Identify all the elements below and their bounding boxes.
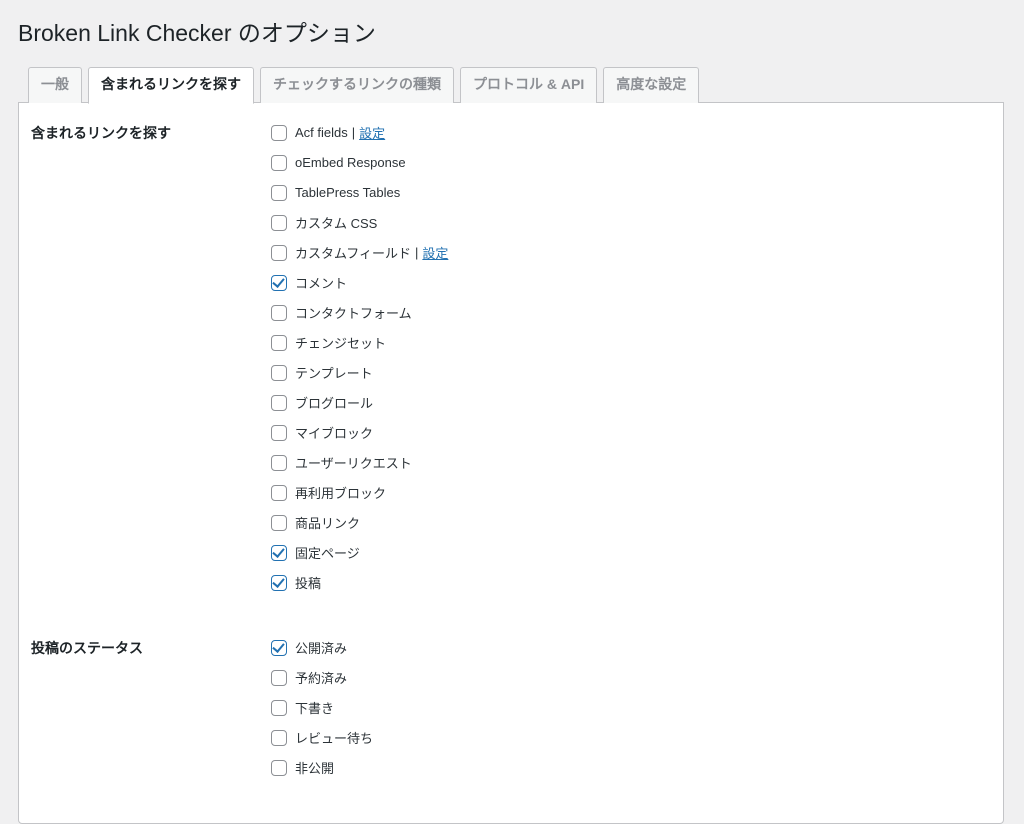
checkbox-future[interactable] bbox=[271, 670, 287, 686]
checkbox-product-link[interactable] bbox=[271, 515, 287, 531]
checkbox-label: 公開済み bbox=[295, 638, 347, 657]
checkbox-row-blogroll[interactable]: ブログロール bbox=[271, 388, 981, 418]
settings-form-table: 含まれるリンクを探す Acf fields | 設定 oEmbed Respons… bbox=[31, 103, 991, 803]
checkbox-label: ユーザーリクエスト bbox=[295, 453, 412, 472]
checkbox-label: 再利用ブロック bbox=[295, 483, 386, 502]
separator: | bbox=[352, 125, 355, 140]
checkbox-label: カスタム CSS bbox=[295, 213, 377, 232]
checkbox-reusable[interactable] bbox=[271, 485, 287, 501]
checkbox-row-user-request[interactable]: ユーザーリクエスト bbox=[271, 448, 981, 478]
checkbox-label: コメント bbox=[295, 273, 347, 292]
checkbox-page[interactable] bbox=[271, 545, 287, 561]
post-status-list: 公開済み予約済み下書きレビュー待ち非公開 bbox=[271, 633, 981, 783]
checkbox-user-request[interactable] bbox=[271, 455, 287, 471]
checkbox-label: 投稿 bbox=[295, 573, 321, 592]
settings-link-acf[interactable]: 設定 bbox=[359, 123, 385, 142]
checkbox-row-custom-field[interactable]: カスタムフィールド | 設定 bbox=[271, 238, 981, 268]
settings-link-custom-field[interactable]: 設定 bbox=[422, 243, 448, 262]
separator: | bbox=[415, 245, 418, 260]
checkbox-label: 固定ページ bbox=[295, 543, 360, 562]
checkbox-acf[interactable] bbox=[271, 125, 287, 141]
checkbox-custom-field[interactable] bbox=[271, 245, 287, 261]
checkbox-post[interactable] bbox=[271, 575, 287, 591]
checkbox-row-publish[interactable]: 公開済み bbox=[271, 633, 981, 663]
checkbox-label: 商品リンク bbox=[295, 513, 360, 532]
checkbox-row-template[interactable]: テンプレート bbox=[271, 358, 981, 388]
checkbox-label: ブログロール bbox=[295, 393, 373, 412]
checkbox-row-oembed[interactable]: oEmbed Response bbox=[271, 148, 981, 178]
checkbox-template[interactable] bbox=[271, 365, 287, 381]
checkbox-publish[interactable] bbox=[271, 640, 287, 656]
checkbox-pending[interactable] bbox=[271, 730, 287, 746]
checkbox-row-tablepress[interactable]: TablePress Tables bbox=[271, 178, 981, 208]
checkbox-label: カスタムフィールド bbox=[295, 243, 411, 262]
checkbox-row-page[interactable]: 固定ページ bbox=[271, 538, 981, 568]
checkbox-draft[interactable] bbox=[271, 700, 287, 716]
checkbox-label: テンプレート bbox=[295, 363, 373, 382]
checkbox-row-comment[interactable]: コメント bbox=[271, 268, 981, 298]
checkbox-oembed[interactable] bbox=[271, 155, 287, 171]
checkbox-label: Acf fields bbox=[295, 125, 348, 140]
checkbox-row-contact-form[interactable]: コンタクトフォーム bbox=[271, 298, 981, 328]
checkbox-label: TablePress Tables bbox=[295, 185, 400, 200]
checkbox-row-product-link[interactable]: 商品リンク bbox=[271, 508, 981, 538]
checkbox-label: マイブロック bbox=[295, 423, 373, 442]
checkbox-label: コンタクトフォーム bbox=[295, 303, 412, 322]
checkbox-changeset[interactable] bbox=[271, 335, 287, 351]
tab-which[interactable]: チェックするリンクの種類 bbox=[260, 67, 454, 103]
checkbox-row-private[interactable]: 非公開 bbox=[271, 753, 981, 783]
checkbox-label: 下書き bbox=[295, 698, 334, 717]
tab-advanced[interactable]: 高度な設定 bbox=[603, 67, 699, 103]
checkbox-label: oEmbed Response bbox=[295, 155, 406, 170]
checkbox-blogroll[interactable] bbox=[271, 395, 287, 411]
settings-panel: 含まれるリンクを探す Acf fields | 設定 oEmbed Respons… bbox=[18, 102, 1004, 824]
checkbox-row-changeset[interactable]: チェンジセット bbox=[271, 328, 981, 358]
link-sources-list: Acf fields | 設定 oEmbed Response TablePress… bbox=[271, 118, 981, 598]
checkbox-label: チェンジセット bbox=[295, 333, 386, 352]
checkbox-row-pending[interactable]: レビュー待ち bbox=[271, 723, 981, 753]
tab-protocols[interactable]: プロトコル & API bbox=[460, 67, 597, 103]
section-heading-link-sources: 含まれるリンクを探す bbox=[31, 103, 271, 618]
checkbox-label: レビュー待ち bbox=[295, 728, 373, 747]
page-title: Broken Link Checker のオプション bbox=[18, 10, 1004, 53]
tab-where[interactable]: 含まれるリンクを探す bbox=[88, 67, 254, 104]
checkbox-row-my-block[interactable]: マイブロック bbox=[271, 418, 981, 448]
checkbox-contact-form[interactable] bbox=[271, 305, 287, 321]
checkbox-label: 予約済み bbox=[295, 668, 347, 687]
checkbox-row-draft[interactable]: 下書き bbox=[271, 693, 981, 723]
checkbox-custom-css[interactable] bbox=[271, 215, 287, 231]
tab-general[interactable]: 一般 bbox=[28, 67, 82, 103]
section-heading-post-status: 投稿のステータス bbox=[31, 618, 271, 803]
checkbox-row-future[interactable]: 予約済み bbox=[271, 663, 981, 693]
checkbox-row-post[interactable]: 投稿 bbox=[271, 568, 981, 598]
checkbox-tablepress[interactable] bbox=[271, 185, 287, 201]
checkbox-label: 非公開 bbox=[295, 758, 334, 777]
checkbox-row-reusable[interactable]: 再利用ブロック bbox=[271, 478, 981, 508]
checkbox-my-block[interactable] bbox=[271, 425, 287, 441]
checkbox-comment[interactable] bbox=[271, 275, 287, 291]
checkbox-row-acf[interactable]: Acf fields | 設定 bbox=[271, 118, 981, 148]
tab-bar: 一般含まれるリンクを探すチェックするリンクの種類プロトコル & API高度な設定 bbox=[18, 67, 1004, 103]
checkbox-private[interactable] bbox=[271, 760, 287, 776]
checkbox-row-custom-css[interactable]: カスタム CSS bbox=[271, 208, 981, 238]
